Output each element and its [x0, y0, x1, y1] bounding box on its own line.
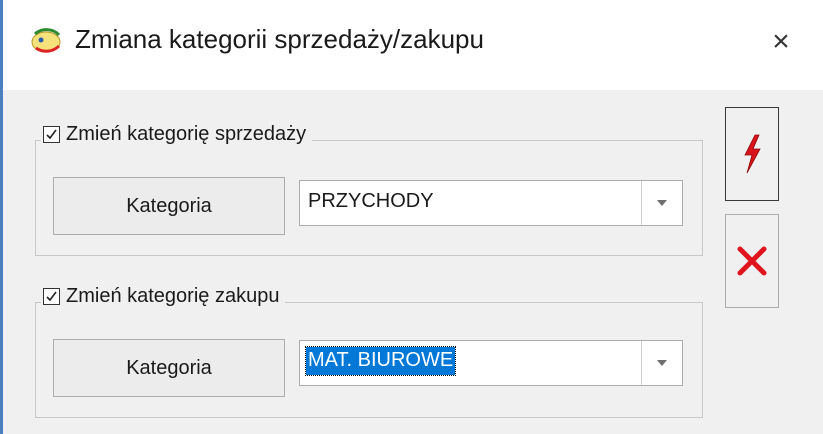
sales-category-value: PRZYCHODY — [308, 190, 434, 212]
title-bar: Zmiana kategorii sprzedaży/zakupu × — [3, 0, 823, 90]
purchase-category-button[interactable]: Kategoria — [53, 339, 285, 397]
purchase-category-value[interactable]: MAT. BIUROWE — [304, 346, 457, 376]
close-button[interactable]: × — [763, 24, 799, 60]
checkbox-checked-icon[interactable] — [43, 125, 60, 143]
dialog-window: Zmiana kategorii sprzedaży/zakupu × Zmie… — [0, 0, 823, 434]
chevron-down-icon[interactable] — [641, 341, 682, 385]
purchase-checkbox-label: Zmień kategorię zakupu — [66, 284, 280, 307]
app-icon — [31, 28, 61, 53]
sales-checkbox-label: Zmień kategorię sprzedaży — [66, 122, 307, 145]
purchase-category-combo[interactable]: MAT. BIUROWE — [299, 340, 683, 386]
purchase-category-checkbox[interactable]: Zmień kategorię zakupu — [41, 283, 286, 309]
sales-category-checkbox[interactable]: Zmień kategorię sprzedaży — [41, 121, 313, 147]
cancel-button[interactable] — [725, 214, 779, 308]
lightning-icon — [744, 134, 761, 174]
red-x-icon — [737, 246, 767, 276]
chevron-down-icon[interactable] — [641, 181, 682, 225]
sales-category-button[interactable]: Kategoria — [53, 177, 285, 235]
sales-category-combo[interactable]: PRZYCHODY — [299, 180, 683, 226]
window-title: Zmiana kategorii sprzedaży/zakupu — [75, 24, 484, 54]
confirm-button[interactable] — [725, 107, 779, 201]
checkbox-checked-icon[interactable] — [43, 287, 60, 305]
